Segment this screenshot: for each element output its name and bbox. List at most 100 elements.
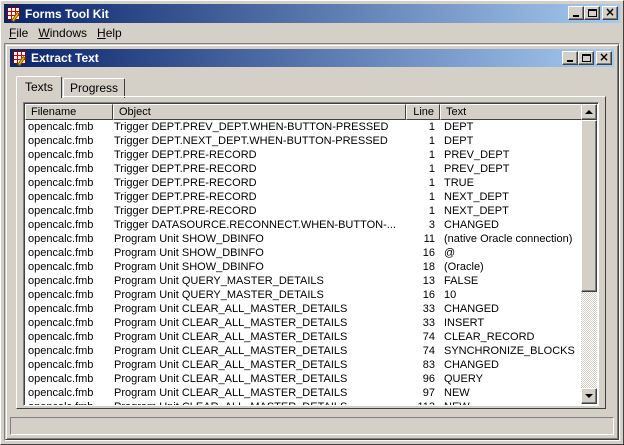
child-close-button[interactable]: × <box>596 50 612 65</box>
row-object: Trigger DEPT.PRE-RECORD <box>114 163 257 175</box>
row-line: 16 <box>422 247 435 259</box>
minimize-icon <box>567 60 573 62</box>
row-text: CHANGED <box>444 303 500 315</box>
row-line: 1 <box>428 149 435 161</box>
extract-text-window: Extract Text × Texts Progress Filename O… <box>5 44 619 440</box>
arrow-down-icon <box>585 394 593 398</box>
tab-strip: Texts Progress <box>16 73 126 98</box>
row-object: Trigger DEPT.NEXT_DEPT.WHEN-BUTTON-PRESS… <box>114 135 388 147</box>
scroll-down-button[interactable] <box>581 388 597 404</box>
column-header-object[interactable]: Object <box>113 104 406 120</box>
extracted-texts-list[interactable]: Filename Object Line Text opencalc.fmb Tr… <box>23 102 599 406</box>
menu-file[interactable]: File <box>4 24 33 42</box>
table-row[interactable]: opencalc.fmbProgram Unit CLEAR_ALL_MASTE… <box>25 316 583 330</box>
status-bar <box>10 417 614 435</box>
row-line: 1 <box>428 121 435 133</box>
close-icon: × <box>598 50 610 64</box>
table-row[interactable]: opencalc.fmb Program Unit SHOW_DBINFO 11 (n… <box>25 232 583 246</box>
menubar: File Windows Help <box>4 24 620 42</box>
main-window: Forms Tool Kit × File Windows Help Extra… <box>0 0 624 445</box>
scroll-up-button[interactable] <box>581 104 597 120</box>
table-row[interactable]: opencalc.fmb Trigger DEPT.PRE-RECORD 1 PREV… <box>25 148 583 162</box>
main-close-button[interactable]: × <box>602 5 618 20</box>
row-object: Program Unit CLEAR_ALL_MASTER_DETAILS <box>114 359 348 371</box>
table-row[interactable]: opencalc.fmbProgram Unit CLEAR_ALL_MASTE… <box>25 302 583 316</box>
row-line: 16 <box>422 289 435 301</box>
table-row[interactable]: opencalc.fmb Trigger DEPT.PRE-RECORD 1 NEXT… <box>25 190 583 204</box>
table-row[interactable]: opencalc.fmb Trigger DEPT.PRE-RECORD 1 NEXT… <box>25 204 583 218</box>
row-text: DEPT <box>444 121 474 133</box>
row-filename: opencalc.fmb <box>28 191 94 203</box>
row-object: Trigger DATASOURCE.RECONNECT.WHEN-BUTTON… <box>114 219 396 231</box>
table-row[interactable]: opencalc.fmb Program Unit CLEAR_ALL_MASTE… <box>25 386 583 400</box>
row-line: 1 <box>428 177 435 189</box>
table-row[interactable]: opencalc.fmb Program Unit CLEAR_ALL_MASTE… <box>25 358 583 372</box>
table-row[interactable]: opencalc.fmbProgram Unit CLEAR_ALL_MASTE… <box>25 400 583 405</box>
table-row[interactable]: opencalc.fmb Program Unit SHOW_DBINFO 16 @ <box>25 246 583 260</box>
row-line: 3 <box>428 219 435 231</box>
row-object: Trigger DEPT.PRE-RECORD <box>114 177 257 189</box>
maximize-icon <box>588 9 597 17</box>
main-minimize-button[interactable] <box>568 6 584 20</box>
table-row[interactable]: opencalc.fmbProgram Unit CLEAR_ALL_MASTE… <box>25 330 583 344</box>
row-filename: opencalc.fmb <box>28 247 94 259</box>
column-header-text[interactable]: Text <box>440 104 583 120</box>
arrow-up-icon <box>585 110 593 114</box>
tab-progress[interactable]: Progress <box>63 78 126 98</box>
row-line: 96 <box>422 373 435 385</box>
row-text: (native Oracle connection) <box>444 233 573 245</box>
table-row[interactable]: opencalc.fmb Program Unit QUERY_MASTER_DE… <box>25 274 583 288</box>
row-line: 1 <box>428 191 435 203</box>
table-row[interactable]: opencalc.fmb Trigger DEPT.PREV_DEPT.WHEN-… <box>25 120 583 134</box>
row-object: Program Unit SHOW_DBINFO <box>114 233 264 245</box>
main-window-controls: × <box>568 5 618 20</box>
row-object: Program Unit QUERY_MASTER_DETAILS <box>114 275 324 287</box>
row-text: SYNCHRONIZE_BLOCKS <box>444 345 575 357</box>
row-object: Program Unit CLEAR_ALL_MASTER_DETAILS <box>114 373 348 385</box>
row-filename: opencalc.fmb <box>28 205 94 217</box>
main-titlebar[interactable]: Forms Tool Kit × <box>4 4 620 23</box>
row-filename: opencalc.fmb <box>28 275 94 287</box>
row-text: DEPT <box>444 135 474 147</box>
row-object: Program Unit SHOW_DBINFO <box>114 261 264 273</box>
table-row[interactable]: opencalc.fmb Program Unit QUERY_MASTER_DE… <box>25 288 583 302</box>
child-maximize-button[interactable] <box>578 51 594 65</box>
column-header-line[interactable]: Line <box>406 104 440 120</box>
menu-help[interactable]: Help <box>92 24 127 42</box>
row-text: CHANGED <box>444 219 500 231</box>
table-row[interactable]: opencalc.fmb Trigger DEPT.PRE-RECORD 1 PREV… <box>25 162 583 176</box>
row-line: 33 <box>422 303 435 315</box>
menu-windows[interactable]: Windows <box>33 24 92 42</box>
row-text: CLEAR_RECORD <box>444 331 535 343</box>
row-object: Program Unit CLEAR_ALL_MASTER_DETAILS <box>114 387 348 399</box>
tab-texts[interactable]: Texts <box>16 76 63 98</box>
table-row[interactable]: opencalc.fmbProgram Unit CLEAR_ALL_MASTE… <box>25 344 583 358</box>
row-line: 113 <box>406 400 440 405</box>
row-filename: opencalc.fmb <box>28 359 94 371</box>
table-row[interactable]: opencalc.fmbProgram Unit CLEAR_ALL_MASTE… <box>25 372 583 386</box>
row-filename: opencalc.fmb <box>28 163 94 175</box>
row-text: NEXT_DEPT <box>444 205 509 217</box>
forms-toolkit-icon <box>6 6 22 22</box>
column-header-filename[interactable]: Filename <box>25 104 113 120</box>
row-object: Program Unit CLEAR_ALL_MASTER_DETAILS <box>111 400 406 405</box>
scroll-thumb[interactable] <box>581 120 597 292</box>
main-window-title: Forms Tool Kit <box>25 6 109 21</box>
table-row[interactable]: opencalc.fmb Program Unit SHOW_DBINFO 18 (O… <box>25 260 583 274</box>
row-line: 74 <box>422 331 435 343</box>
row-filename: opencalc.fmb <box>28 121 94 133</box>
table-row[interactable]: opencalc.fmb Trigger DEPT.NEXT_DEPT.WHEN-… <box>25 134 583 148</box>
extract-text-title: Extract Text <box>31 51 99 65</box>
row-object: Program Unit QUERY_MASTER_DETAILS <box>114 289 324 301</box>
row-text: (Oracle) <box>444 261 484 273</box>
table-row[interactable]: opencalc.fmb Trigger DATASOURCE.RECONNECT… <box>25 218 583 232</box>
extract-text-titlebar[interactable]: Extract Text × <box>10 49 614 67</box>
main-maximize-button[interactable] <box>584 6 600 20</box>
row-text: PREV_DEPT <box>444 163 510 175</box>
vertical-scrollbar[interactable] <box>581 104 597 404</box>
row-filename: opencalc.fmb <box>28 219 94 231</box>
row-object: Program Unit CLEAR_ALL_MASTER_DETAILS <box>114 345 348 357</box>
child-minimize-button[interactable] <box>562 51 578 65</box>
table-row[interactable]: opencalc.fmb Trigger DEPT.PRE-RECORD 1 TRUE <box>25 176 583 190</box>
row-filename: opencalc.fmb <box>28 387 94 399</box>
